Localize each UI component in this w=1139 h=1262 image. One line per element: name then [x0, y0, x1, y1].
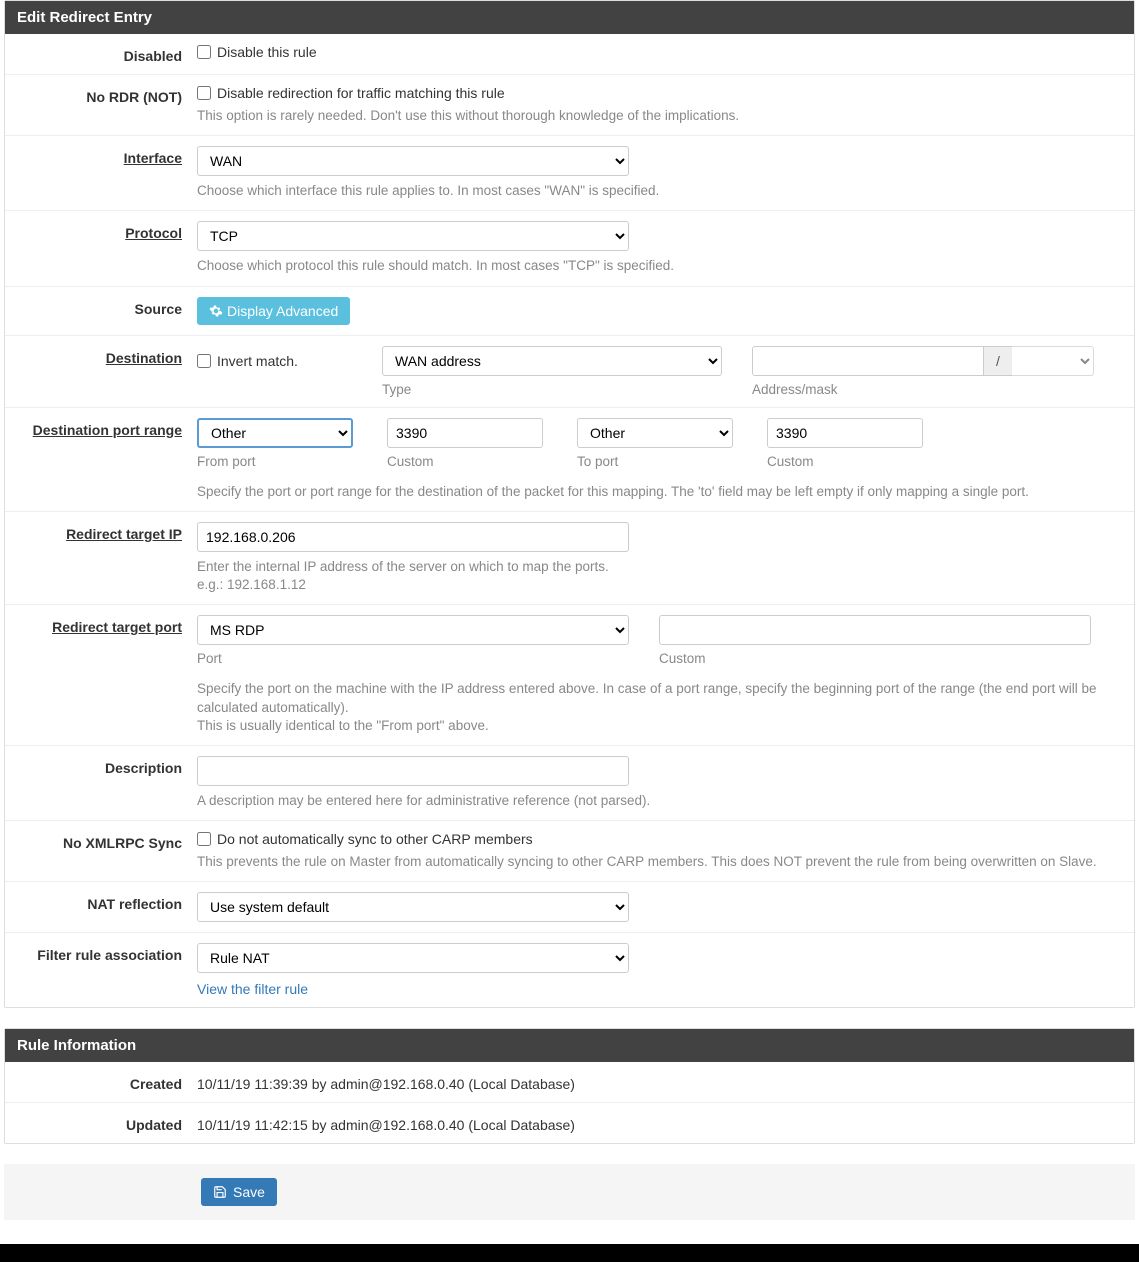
targetport-custom-sub: Custom [659, 651, 1119, 666]
display-advanced-label: Display Advanced [227, 303, 338, 319]
disabled-label: Disabled [5, 44, 197, 64]
save-icon [213, 1185, 227, 1199]
panel-title: Edit Redirect Entry [5, 1, 1134, 34]
from-custom-input[interactable] [387, 418, 543, 448]
to-custom-sub: Custom [767, 454, 923, 469]
destination-type-sub: Type [382, 382, 722, 397]
from-port-sub: From port [197, 454, 353, 469]
protocol-select[interactable]: TCP [197, 221, 629, 251]
xmlrpc-checkbox-row[interactable]: Do not automatically sync to other CARP … [197, 831, 1119, 847]
display-advanced-button[interactable]: Display Advanced [197, 297, 350, 325]
nordr-checkbox[interactable] [197, 86, 211, 100]
disabled-checkbox-label: Disable this rule [217, 44, 317, 60]
targetport-custom-input [659, 615, 1091, 645]
targetip-label: Redirect target IP [5, 522, 197, 594]
targetip-help: Enter the internal IP address of the ser… [197, 558, 1119, 594]
targetport-label: Redirect target port [5, 615, 197, 735]
disabled-checkbox[interactable] [197, 45, 211, 59]
description-label: Description [5, 756, 197, 810]
save-button-label: Save [233, 1184, 265, 1200]
updated-label: Updated [5, 1113, 197, 1133]
protocol-label: Protocol [5, 221, 197, 275]
view-filter-rule-link[interactable]: View the filter rule [197, 981, 308, 997]
save-row: Save [4, 1164, 1135, 1220]
updated-value: 10/11/19 11:42:15 by admin@192.168.0.40 … [197, 1113, 1134, 1133]
protocol-help: Choose which protocol this rule should m… [197, 257, 1119, 275]
nordr-help: This option is rarely needed. Don't use … [197, 107, 1119, 125]
interface-label: Interface [5, 146, 197, 200]
interface-help: Choose which interface this rule applies… [197, 182, 1119, 200]
created-label: Created [5, 1072, 197, 1092]
targetport-help: Specify the port on the machine with the… [197, 680, 1119, 735]
description-input[interactable] [197, 756, 629, 786]
destination-type-select[interactable]: WAN address [382, 346, 722, 376]
created-value: 10/11/19 11:39:39 by admin@192.168.0.40 … [197, 1072, 1134, 1092]
destport-help: Specify the port or port range for the d… [197, 483, 1119, 501]
xmlrpc-help: This prevents the rule on Master from au… [197, 853, 1119, 871]
rule-information-panel: Rule Information Created 10/11/19 11:39:… [4, 1028, 1135, 1144]
invert-match-checkbox[interactable] [197, 354, 211, 368]
save-button[interactable]: Save [201, 1178, 277, 1206]
from-custom-sub: Custom [387, 454, 543, 469]
nordr-checkbox-label: Disable redirection for traffic matching… [217, 85, 505, 101]
edit-redirect-panel: Edit Redirect Entry Disabled Disable thi… [4, 0, 1135, 1008]
invert-match-label: Invert match. [217, 353, 298, 369]
filterassoc-label: Filter rule association [5, 943, 197, 997]
interface-select[interactable]: WAN [197, 146, 629, 176]
targetip-input[interactable] [197, 522, 629, 552]
filterassoc-select[interactable]: Rule NAT [197, 943, 629, 973]
footer-bar [0, 1244, 1139, 1262]
invert-match-row[interactable]: Invert match. [197, 346, 367, 376]
nordr-checkbox-row[interactable]: Disable redirection for traffic matching… [197, 85, 1119, 101]
gear-icon [209, 304, 223, 318]
targetport-port-sub: Port [197, 651, 629, 666]
to-custom-input[interactable] [767, 418, 923, 448]
destination-addr-sub: Address/mask [752, 382, 1094, 397]
xmlrpc-label: No XMLRPC Sync [5, 831, 197, 871]
xmlrpc-checkbox-label: Do not automatically sync to other CARP … [217, 831, 533, 847]
to-port-select[interactable]: Other [577, 418, 733, 448]
description-help: A description may be entered here for ad… [197, 792, 1119, 810]
natreflect-label: NAT reflection [5, 892, 197, 922]
destination-mask-select [1012, 346, 1094, 376]
targetport-select[interactable]: MS RDP [197, 615, 629, 645]
disabled-checkbox-row[interactable]: Disable this rule [197, 44, 1119, 60]
panel2-title: Rule Information [5, 1029, 1134, 1062]
destination-label: Destination [5, 346, 197, 397]
destination-address-input [752, 346, 984, 376]
natreflect-select[interactable]: Use system default [197, 892, 629, 922]
xmlrpc-checkbox[interactable] [197, 832, 211, 846]
nordr-label: No RDR (NOT) [5, 85, 197, 125]
slash-icon: / [984, 346, 1012, 376]
source-label: Source [5, 297, 197, 325]
destport-label: Destination port range [5, 418, 197, 501]
from-port-select[interactable]: Other [197, 418, 353, 448]
to-port-sub: To port [577, 454, 733, 469]
